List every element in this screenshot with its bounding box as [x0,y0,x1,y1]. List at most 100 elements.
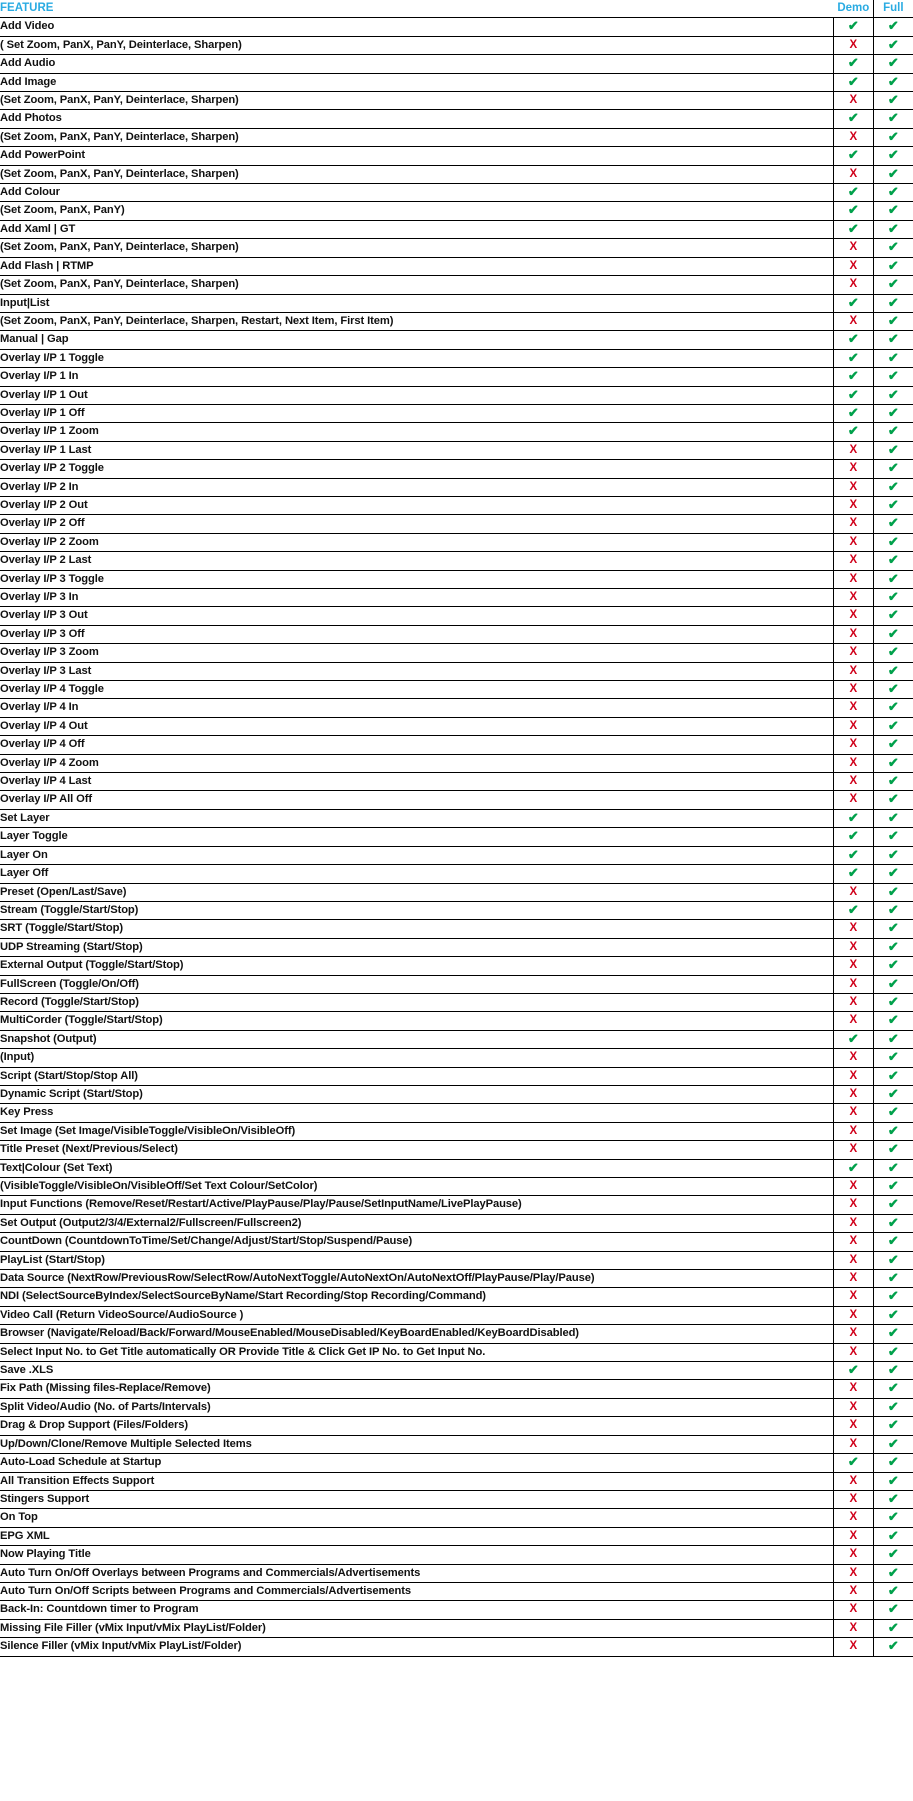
full-availability-cell: ✔ [872,606,913,626]
demo-availability-cell: ✔ [832,1030,874,1050]
table-row: Title Preset (Next/Previous/Select) X ✔ [0,1140,913,1160]
full-availability-cell: ✔ [872,1379,913,1399]
demo-availability-cell: X [832,1600,874,1620]
cross-icon: X [849,1345,858,1358]
table-row: Overlay I/P 4 Last X ✔ [0,772,913,792]
table-row: Overlay I/P 1 Off ✔ ✔ [0,404,913,424]
table-row: Set Layer ✔ ✔ [0,809,913,829]
table-row: Snapshot (Output) ✔ ✔ [0,1030,913,1050]
table-row: Overlay I/P 1 Out ✔ ✔ [0,386,913,405]
demo-availability-cell: ✔ [832,146,874,166]
table-row: Back-In: Countdown timer to Program X ✔ [0,1600,913,1620]
cross-icon: X [849,1216,858,1229]
feature-name-cell: Silence Filler (vMix Input/vMix PlayList… [0,1637,834,1657]
full-availability-cell: ✔ [872,165,913,185]
check-icon: ✔ [887,312,899,328]
feature-name-cell: Overlay I/P 2 Zoom [0,533,834,553]
feature-name-cell: Text|Colour (Set Text) [0,1159,834,1179]
feature-name-cell: Browser (Navigate/Reload/Back/Forward/Mo… [0,1324,834,1344]
cross-icon: X [849,977,858,990]
check-icon: ✔ [887,662,899,678]
demo-availability-cell: ✔ [832,201,874,221]
check-icon: ✔ [887,460,899,476]
table-row: CountDown (CountdownToTime/Set/Change/Ad… [0,1232,913,1252]
full-availability-cell: ✔ [872,698,913,718]
full-availability-cell: ✔ [872,588,913,608]
feature-name-cell: PlayList (Start/Stop) [0,1251,834,1271]
full-availability-cell: ✔ [872,496,913,516]
feature-name-cell: Overlay I/P 2 Out [0,496,834,516]
feature-name-cell: SRT (Toggle/Start/Stop) [0,919,834,939]
check-icon: ✔ [847,368,859,384]
cross-icon: X [849,1124,858,1137]
table-row: Stream (Toggle/Start/Stop) ✔ ✔ [0,901,913,921]
demo-availability-cell: X [832,1416,874,1436]
check-icon: ✔ [887,1214,899,1230]
full-availability-cell: ✔ [872,349,913,369]
check-icon: ✔ [887,1104,899,1120]
full-availability-cell: ✔ [872,183,913,203]
check-icon: ✔ [887,1233,899,1249]
feature-name-cell: Add Audio [0,54,834,74]
check-icon: ✔ [887,1178,899,1193]
full-availability-cell: ✔ [872,1232,913,1252]
full-availability-cell: ✔ [872,404,913,424]
table-row: NDI (SelectSourceByIndex/SelectSourceByN… [0,1287,913,1307]
full-availability-cell: ✔ [872,975,913,994]
full-availability-cell: ✔ [872,1067,913,1086]
table-row: (Set Zoom, PanX, PanY, Deinterlace, Shar… [0,312,913,332]
cross-icon: X [849,94,858,107]
demo-availability-cell: X [832,680,874,700]
cross-icon: X [849,1419,858,1432]
cross-icon: X [849,1198,858,1211]
full-availability-cell: ✔ [872,17,913,37]
full-availability-cell: ✔ [872,662,913,682]
demo-availability-cell: X [832,496,874,516]
cross-icon: X [849,1621,858,1634]
feature-name-cell: Add Colour [0,183,834,203]
demo-availability-cell: X [832,165,874,185]
check-icon: ✔ [887,1380,899,1396]
demo-availability-cell: X [832,1195,874,1215]
check-icon: ✔ [887,883,899,899]
feature-name-cell: Overlay I/P 3 Off [0,625,834,645]
check-icon: ✔ [887,239,899,255]
demo-availability-cell: ✔ [832,220,874,240]
full-availability-cell: ✔ [872,956,913,976]
check-icon: ✔ [887,441,899,457]
demo-availability-cell: ✔ [832,901,874,921]
check-icon: ✔ [887,699,899,715]
cross-icon: X [849,1290,858,1303]
full-availability-cell: ✔ [872,938,913,958]
check-icon: ✔ [887,515,899,531]
full-availability-cell: ✔ [872,919,913,939]
demo-availability-cell: X [832,754,874,774]
table-row: Overlay I/P 2 In X ✔ [0,478,913,497]
check-icon: ✔ [887,993,899,1009]
feature-name-cell: Input Functions (Remove/Reset/Restart/Ac… [0,1195,834,1215]
table-row: Overlay I/P 3 Out X ✔ [0,606,913,626]
check-icon: ✔ [887,865,899,881]
feature-name-cell: Overlay I/P 3 Out [0,606,834,626]
feature-name-cell: FullScreen (Toggle/On/Off) [0,975,834,994]
cross-icon: X [849,1584,858,1597]
check-icon: ✔ [847,404,859,420]
table-row: Input|List ✔ ✔ [0,294,913,313]
demo-availability-cell: ✔ [832,809,874,829]
check-icon: ✔ [887,809,899,825]
check-icon: ✔ [887,110,899,126]
feature-name-cell: Preset (Open/Last/Save) [0,883,834,902]
cross-icon: X [849,1014,858,1027]
check-icon: ✔ [847,423,859,439]
check-icon: ✔ [847,1159,859,1175]
cross-icon: X [849,1382,858,1395]
table-row: Add Xaml | GT ✔ ✔ [0,220,913,240]
table-row: (Set Zoom, PanX, PanY, Deinterlace, Shar… [0,238,913,258]
full-availability-cell: ✔ [872,717,913,737]
demo-availability-cell: X [832,883,874,902]
demo-availability-cell: X [832,570,874,590]
table-row: Text|Colour (Set Text) ✔ ✔ [0,1159,913,1179]
check-icon: ✔ [887,1546,899,1562]
demo-availability-cell: X [832,1637,874,1657]
table-row: Missing File Filler (vMix Input/vMix Pla… [0,1619,913,1639]
